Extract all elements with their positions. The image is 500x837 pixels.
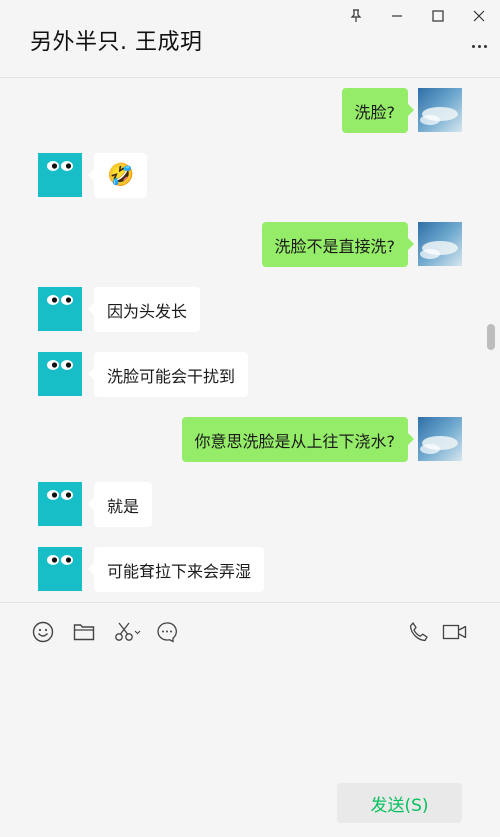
contact-avatar[interactable]: [38, 153, 82, 197]
send-button[interactable]: 发送(S): [337, 783, 462, 823]
folder-icon[interactable]: [71, 619, 97, 645]
message-bubble[interactable]: 🤣: [87, 153, 148, 198]
message-bubble[interactable]: 洗脸可能会干扰到: [87, 352, 249, 397]
message-row: 洗脸可能会干扰到: [0, 352, 500, 398]
maximize-icon[interactable]: [426, 4, 450, 28]
message-row: 洗脸?: [0, 88, 500, 134]
emoji-icon[interactable]: [30, 619, 56, 645]
pin-icon[interactable]: [344, 4, 368, 28]
user-avatar[interactable]: [418, 88, 462, 132]
message-row: 就是: [0, 482, 500, 528]
composer: 发送(S): [0, 602, 500, 837]
message-bubble[interactable]: 你意思洗脸是从上往下浇水?: [181, 417, 414, 462]
message-row: 可能耷拉下来会弄湿: [0, 547, 500, 593]
close-icon[interactable]: [467, 4, 491, 28]
message-row: 洗脸不是直接洗?: [0, 222, 500, 268]
message-bubble[interactable]: 可能耷拉下来会弄湿: [87, 547, 265, 592]
more-dots-icon[interactable]: [468, 36, 490, 56]
message-bubble[interactable]: 洗脸不是直接洗?: [261, 222, 414, 267]
message-row: 你意思洗脸是从上往下浇水?: [0, 417, 500, 463]
scrollbar-thumb[interactable]: [487, 324, 495, 350]
message-list[interactable]: 洗脸? 🤣 洗脸不是直接洗? 因为头发长 洗脸可能会干扰到 你意思洗脸是从上往下…: [0, 78, 500, 602]
user-avatar[interactable]: [418, 417, 462, 461]
message-bubble[interactable]: 洗脸?: [341, 88, 414, 133]
message-bubble[interactable]: 就是: [87, 482, 153, 527]
message-input[interactable]: [30, 657, 470, 767]
phone-icon[interactable]: [406, 619, 432, 645]
scissors-icon[interactable]: [112, 619, 142, 645]
user-avatar[interactable]: [418, 222, 462, 266]
chat-bubble-icon[interactable]: [154, 619, 180, 645]
chat-title: 另外半只. 王成玥: [30, 30, 203, 55]
message-row: 因为头发长: [0, 287, 500, 333]
contact-avatar[interactable]: [38, 287, 82, 331]
message-row: 🤣: [0, 153, 500, 199]
contact-avatar[interactable]: [38, 547, 82, 591]
contact-avatar[interactable]: [38, 352, 82, 396]
video-icon[interactable]: [441, 619, 469, 645]
contact-avatar[interactable]: [38, 482, 82, 526]
message-bubble[interactable]: 因为头发长: [87, 287, 201, 332]
title-bar: 另外半只. 王成玥: [0, 0, 500, 78]
minimize-icon[interactable]: [385, 4, 409, 28]
